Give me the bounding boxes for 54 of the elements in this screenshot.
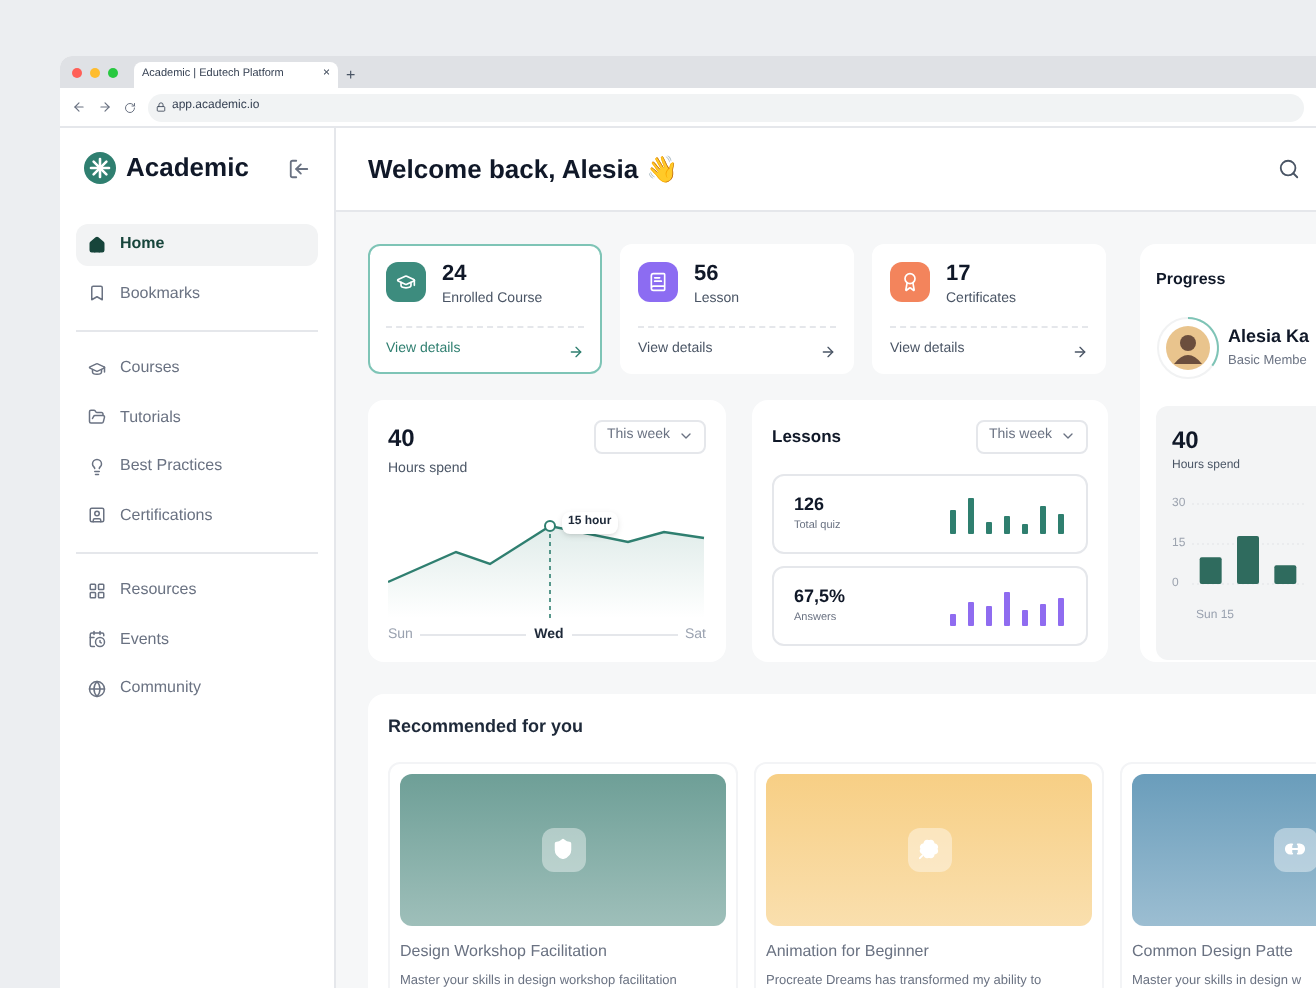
sidebar-item[interactable]: Events <box>76 619 318 660</box>
stat-value: 17 <box>946 262 973 290</box>
logo-icon <box>84 152 116 184</box>
graduation-cap-icon <box>396 272 416 292</box>
arrow-right-icon <box>1072 343 1088 359</box>
chart-bar <box>1237 536 1259 584</box>
arrow-right-icon <box>568 343 584 359</box>
reload-icon[interactable] <box>124 101 136 113</box>
grid-icon <box>88 581 106 600</box>
chart-bar <box>1274 565 1297 584</box>
globe-icon <box>88 679 106 698</box>
sidebar-item[interactable]: Courses <box>76 348 318 389</box>
chart-bar <box>1199 557 1222 584</box>
metric-value: 126 <box>794 491 827 518</box>
folder-icon <box>88 408 106 427</box>
sidebar-item[interactable]: Community <box>76 668 318 709</box>
sidebar-item[interactable]: Best Practices <box>76 446 318 487</box>
arrow-right-icon <box>820 343 836 359</box>
metric-value: 67,5% <box>794 583 846 610</box>
stat-value: 56 <box>694 262 721 290</box>
graduation-cap-icon <box>88 359 106 378</box>
sidebar-item[interactable]: Tutorials <box>76 397 318 438</box>
id-card-icon <box>88 506 106 525</box>
collapse-sidebar-icon[interactable] <box>288 157 310 179</box>
award-icon <box>900 272 920 292</box>
section-title: Recommended for you <box>388 714 586 740</box>
user-name: Alesia Ka <box>1228 324 1310 351</box>
calendar-icon <box>88 630 106 649</box>
search-icon[interactable] <box>1278 158 1300 180</box>
book-icon <box>648 272 668 292</box>
lessons-title: Lessons <box>772 423 841 450</box>
lock-icon <box>156 102 166 112</box>
lightbulb-icon <box>88 457 106 476</box>
back-icon[interactable] <box>72 100 86 114</box>
link-icon <box>1284 838 1306 860</box>
avatar <box>1166 326 1210 370</box>
sidebar-item[interactable]: Bookmarks <box>76 273 318 314</box>
hours-value: 40 <box>388 422 417 456</box>
sidebar-item[interactable]: Home <box>76 224 318 265</box>
course-title: Animation for Beginner <box>766 939 931 963</box>
forward-icon[interactable] <box>98 100 112 114</box>
home-icon <box>88 235 106 254</box>
sidebar-item[interactable]: Resources <box>76 570 318 611</box>
bookmark-icon <box>88 284 106 303</box>
sidebar-item[interactable]: Certifications <box>76 495 318 536</box>
progress-title: Progress <box>1156 268 1228 292</box>
course-title: Design Workshop Facilitation <box>400 939 609 963</box>
shield-icon <box>552 838 574 860</box>
new-tab-button[interactable]: + <box>346 68 356 84</box>
page-title: Welcome back, Alesia 👋 <box>368 151 678 188</box>
progress-hours-value: 40 <box>1172 424 1201 458</box>
course-title: Common Design Patte <box>1132 939 1295 963</box>
stat-value: 24 <box>442 262 469 290</box>
brand-name: Academic <box>126 150 249 187</box>
